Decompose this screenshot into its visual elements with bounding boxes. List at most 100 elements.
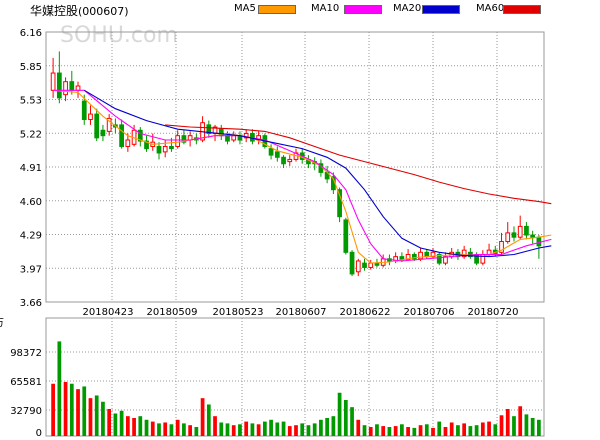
candle-body bbox=[225, 135, 230, 142]
candle-body bbox=[368, 262, 374, 268]
volume-bar bbox=[343, 399, 348, 436]
volume-bar bbox=[306, 425, 311, 436]
candle-body bbox=[374, 262, 380, 266]
candle-body bbox=[517, 225, 523, 238]
volume-bar bbox=[387, 426, 392, 436]
volume-bar bbox=[362, 425, 367, 436]
volume-bar bbox=[256, 424, 261, 436]
volume-bar bbox=[244, 421, 249, 436]
volume-bar bbox=[530, 417, 535, 436]
volume-bar bbox=[238, 424, 242, 436]
price-tick-label: 4.29 bbox=[20, 231, 42, 242]
volume-bar bbox=[524, 414, 529, 436]
volume-bar bbox=[406, 426, 410, 436]
candle-body bbox=[349, 251, 355, 275]
volume-bar bbox=[200, 398, 205, 436]
candle-body bbox=[56, 72, 62, 99]
volume-bar bbox=[294, 425, 298, 436]
volume-bar bbox=[449, 422, 454, 436]
candle-body bbox=[530, 234, 536, 238]
volume-bar bbox=[219, 422, 224, 436]
candle-body bbox=[287, 158, 293, 163]
volume-bar bbox=[281, 421, 286, 436]
watermark-text: SOHU.com bbox=[60, 23, 178, 48]
volume-bar bbox=[231, 425, 236, 436]
volume-bar bbox=[157, 423, 161, 436]
volume-bar bbox=[175, 419, 180, 436]
candlestick-chart: SOHU.com 6.16 5.85 5.53 5.22 4.91 4.60 4.29 3.97… bbox=[0, 23, 552, 439]
date-tick-label: 20180523 bbox=[213, 307, 264, 318]
volume-bar bbox=[487, 421, 491, 436]
volume-bar bbox=[88, 398, 93, 436]
volume-bar bbox=[319, 419, 323, 436]
candle-body bbox=[69, 81, 75, 91]
volume-bar bbox=[132, 417, 136, 436]
volume-bar bbox=[250, 423, 255, 436]
volume-bar bbox=[512, 416, 516, 436]
volume-bar bbox=[144, 419, 149, 436]
volume-bar bbox=[188, 425, 192, 436]
candle-body bbox=[169, 145, 174, 150]
volume-bar bbox=[537, 419, 541, 436]
volume-bar bbox=[275, 422, 280, 436]
candle-body bbox=[343, 219, 349, 253]
candle-body bbox=[362, 262, 367, 268]
candle-body bbox=[511, 232, 517, 238]
volume-bar bbox=[76, 389, 80, 436]
volume-bar bbox=[331, 416, 336, 436]
volume-bar bbox=[337, 392, 342, 436]
candle-body bbox=[536, 236, 542, 247]
date-tick-label: 20180607 bbox=[276, 307, 327, 318]
volume-bar bbox=[107, 408, 112, 436]
price-tick-label: 5.53 bbox=[20, 96, 42, 107]
ma-line-ma5 bbox=[53, 89, 552, 264]
volume-tick-label: 0 bbox=[36, 428, 42, 439]
volume-bar bbox=[462, 423, 467, 436]
volume-bar bbox=[169, 424, 174, 436]
volume-bar bbox=[505, 408, 510, 436]
date-tick-label: 20180423 bbox=[83, 307, 134, 318]
volume-bar bbox=[393, 426, 398, 436]
volume-bar bbox=[350, 407, 354, 436]
price-tick-label: 4.91 bbox=[20, 163, 42, 174]
volume-bar bbox=[69, 383, 74, 436]
volume-bar bbox=[437, 421, 442, 436]
volume-bar bbox=[381, 426, 386, 436]
candle-body bbox=[162, 145, 168, 153]
volume-bar bbox=[468, 426, 473, 436]
volume-bar bbox=[418, 425, 423, 436]
volume-bar bbox=[182, 423, 186, 436]
candle-body bbox=[50, 72, 56, 91]
volume-bar bbox=[269, 419, 273, 436]
volume-bar bbox=[163, 422, 168, 436]
date-tick-label: 20180622 bbox=[340, 307, 391, 318]
volume-bar bbox=[194, 426, 199, 436]
volume-bar bbox=[150, 421, 155, 436]
volume-bar bbox=[94, 395, 99, 436]
candle-body bbox=[63, 81, 68, 96]
volume-tick-label: 65581 bbox=[10, 377, 42, 388]
volume-bar bbox=[206, 404, 211, 436]
candle-body bbox=[355, 260, 361, 273]
volume-bar bbox=[63, 381, 68, 436]
volume-bar bbox=[493, 424, 498, 436]
volume-bar bbox=[213, 416, 217, 436]
candle-body bbox=[281, 156, 286, 165]
volume-bar bbox=[474, 425, 479, 436]
candle-body bbox=[81, 100, 87, 120]
candle-body bbox=[231, 135, 237, 141]
volume-bar bbox=[368, 426, 373, 436]
candle-body bbox=[274, 151, 280, 158]
date-tick-label: 20180509 bbox=[147, 307, 198, 318]
volume-bar bbox=[82, 386, 87, 436]
ma-line-ma10 bbox=[53, 89, 552, 262]
volume-bar bbox=[424, 424, 429, 436]
volume-bar bbox=[101, 401, 105, 436]
price-tick-label: 5.22 bbox=[20, 129, 42, 140]
candle-body bbox=[100, 129, 106, 137]
price-tick-label: 6.16 bbox=[20, 28, 42, 39]
volume-bar bbox=[125, 416, 130, 436]
volume-unit-label: 13万 bbox=[0, 318, 4, 329]
volume-bar bbox=[400, 424, 404, 436]
date-tick-label: 20180720 bbox=[468, 307, 519, 318]
